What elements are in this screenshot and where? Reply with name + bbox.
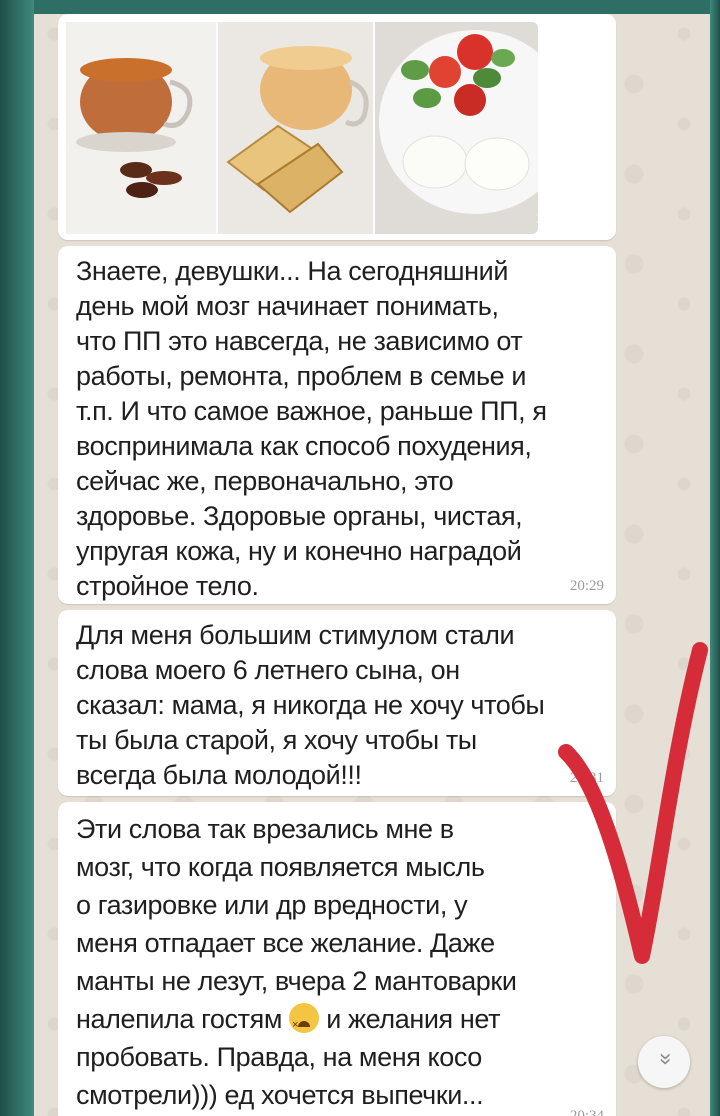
double-chevron-down-icon: « <box>651 1052 676 1066</box>
chat-screen[interactable]: 20:13 Знаете, девушки... На сегодняшний … <box>34 14 710 1116</box>
message-text-part: Эти слова так врезались мне в мозг, что … <box>76 814 517 1034</box>
text-message-bubble[interactable]: Эти слова так врезались мне в мозг, что … <box>58 802 616 1116</box>
phone-frame-right <box>710 0 720 1116</box>
scroll-to-bottom-button[interactable]: « <box>638 1036 690 1088</box>
message-time: 20:29 <box>569 578 604 594</box>
photo-tea-and-dates[interactable] <box>66 22 216 234</box>
message-text: Знаете, девушки... На сегодняшний день м… <box>76 256 547 601</box>
message-text: Эти слова так врезались мне в мозг, что … <box>76 810 596 1114</box>
photo-salad-and-eggs[interactable] <box>375 22 538 234</box>
photo-drink-and-toast[interactable] <box>218 22 373 234</box>
message-time: 20:31 <box>569 770 604 786</box>
tired-face-emoji-icon <box>289 1003 320 1044</box>
text-message-bubble[interactable]: Для меня большим стимулом стали слова мо… <box>58 610 616 796</box>
phone-frame-left <box>0 0 34 1116</box>
message-time: 20:13 <box>536 210 574 227</box>
text-message-bubble[interactable]: Знаете, девушки... На сегодняшний день м… <box>58 246 616 604</box>
photo-message-bubble[interactable]: 20:13 <box>58 14 616 240</box>
message-time: 20:34 <box>569 1108 604 1116</box>
message-text: Для меня большим стимулом стали слова мо… <box>76 620 545 790</box>
